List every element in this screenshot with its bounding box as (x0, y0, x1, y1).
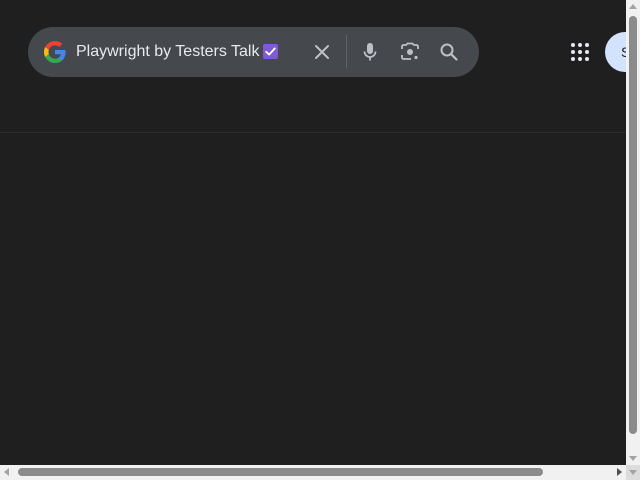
horizontal-scroll-thumb[interactable] (18, 468, 543, 476)
scroll-up-arrow-icon[interactable] (629, 4, 637, 9)
scrollbar-corner (626, 465, 640, 480)
scroll-right-arrow-icon[interactable] (617, 468, 622, 476)
voice-search-button[interactable] (358, 40, 382, 64)
search-box[interactable]: Playwright by Testers Talk (28, 27, 479, 77)
scroll-down-arrow-icon[interactable] (629, 456, 637, 461)
browser-page: Playwright by Testers Talk S (0, 0, 640, 480)
apps-grid-icon (571, 43, 589, 61)
vertical-scroll-thumb[interactable] (629, 16, 637, 434)
google-apps-button[interactable] (568, 40, 592, 64)
clear-search-button[interactable] (310, 40, 334, 64)
horizontal-scrollbar[interactable] (0, 465, 626, 480)
microphone-icon (363, 43, 377, 61)
google-g-icon (43, 40, 67, 64)
check-mark-emoji-icon (263, 44, 278, 59)
scroll-down-arrow-icon[interactable] (629, 470, 637, 475)
search-submit-button[interactable] (437, 40, 461, 64)
image-search-button[interactable] (398, 40, 422, 64)
search-divider (346, 35, 347, 68)
camera-lens-icon (401, 42, 419, 60)
vertical-scrollbar[interactable] (626, 0, 640, 465)
scroll-left-arrow-icon[interactable] (4, 468, 9, 476)
header-divider (0, 132, 626, 133)
search-query-text[interactable]: Playwright by Testers Talk (76, 42, 259, 62)
page-viewport: Playwright by Testers Talk S (0, 0, 626, 465)
close-icon (315, 45, 329, 59)
account-avatar[interactable]: S (605, 32, 626, 72)
search-icon (440, 43, 458, 61)
